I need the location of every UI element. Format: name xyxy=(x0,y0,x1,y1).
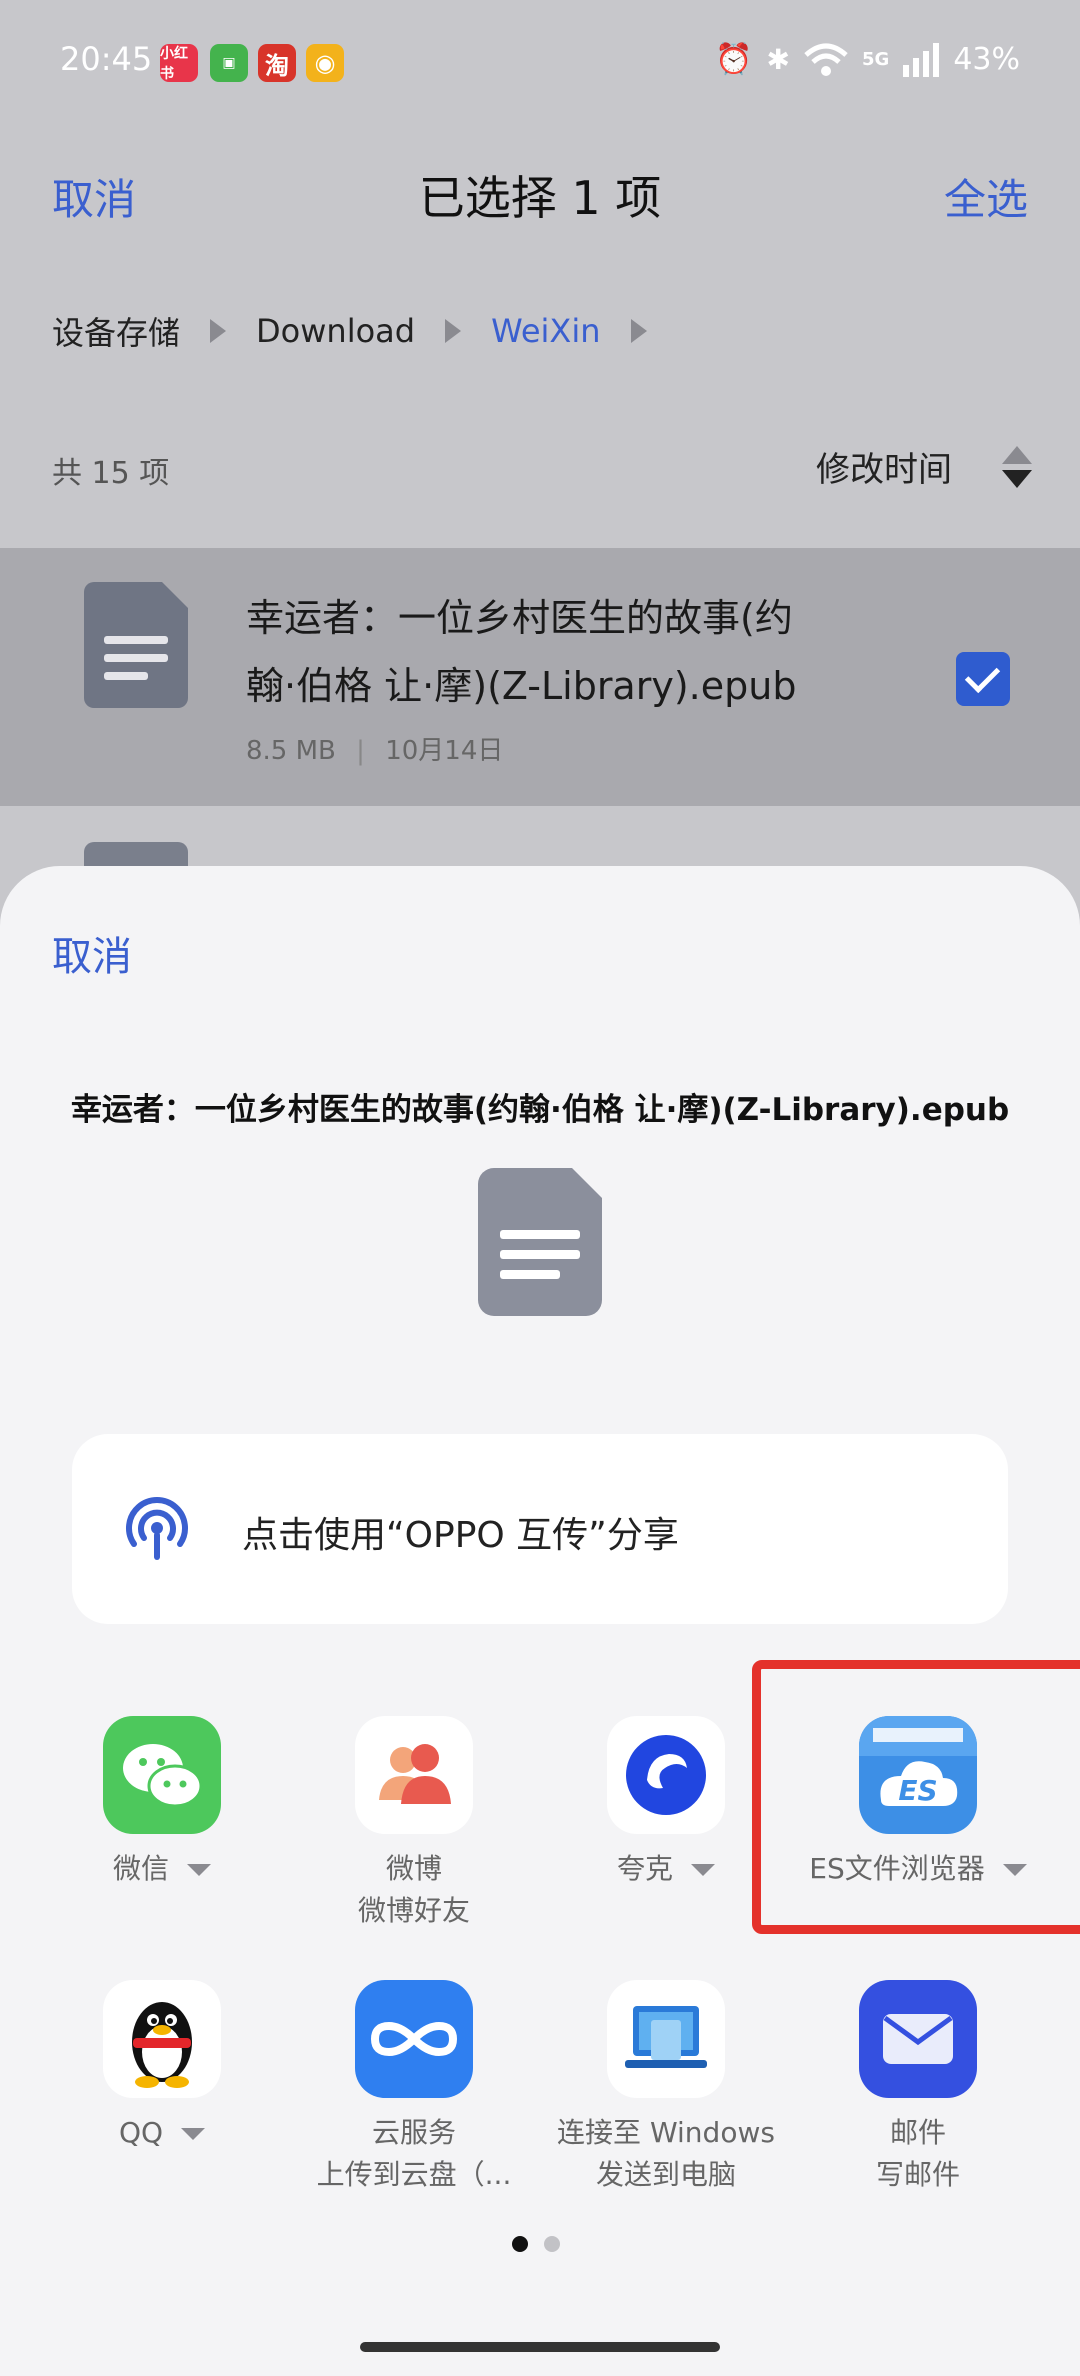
sort-button[interactable]: 修改时间 xyxy=(816,442,952,491)
chevron-right-icon xyxy=(630,319,647,343)
oppo-share-button[interactable]: 点击使用“OPPO 互传”分享 xyxy=(72,1434,1008,1624)
home-indicator[interactable] xyxy=(360,2342,720,2352)
file-meta: 8.5 MB | 10月14日 xyxy=(246,736,504,766)
quark-icon xyxy=(607,1716,725,1834)
file-row[interactable]: 幸运者：一位乡村医生的故事(约 翰·伯格 让·摩)(Z-Library).epu… xyxy=(0,548,1080,806)
breadcrumb-download[interactable]: Download xyxy=(256,312,415,350)
taobao-icon: 淘 xyxy=(258,44,296,82)
alarm-icon: ⏰ xyxy=(715,42,753,77)
oppo-share-icon xyxy=(126,1497,188,1560)
sheet-cancel-button[interactable]: 取消 xyxy=(52,924,132,982)
breadcrumb-device-storage[interactable]: 设备存储 xyxy=(52,308,180,354)
wechat-icon xyxy=(103,1716,221,1834)
weibo-icon: ◉ xyxy=(306,44,344,82)
status-indicators: ⏰ ✱ 5G 43% xyxy=(715,42,1020,77)
item-count: 共 15 项 xyxy=(52,456,170,491)
share-app-mail[interactable]: 邮件 写邮件 xyxy=(808,1980,1028,2196)
share-app-connect-windows[interactable]: 连接至 Windows 发送到电脑 xyxy=(556,1980,776,2196)
weibo-friends-icon xyxy=(355,1716,473,1834)
share-app-quark[interactable]: 夸克 xyxy=(556,1716,776,1890)
status-bar: 20:45 小红书 ▣ 淘 ◉ ⏰ ✱ 5G 43% xyxy=(0,0,1080,125)
breadcrumb: 设备存储 Download WeiXin xyxy=(52,308,677,354)
sheet-file-name: 幸运者：一位乡村医生的故事(约翰·伯格 让·摩)(Z-Library).epub xyxy=(70,1092,1010,1128)
share-app-weibo[interactable]: 微博 微博好友 xyxy=(304,1716,524,1932)
status-time: 20:45 xyxy=(60,40,153,78)
chevron-right-icon xyxy=(210,319,227,343)
chevron-right-icon xyxy=(445,319,462,343)
file-size: 8.5 MB xyxy=(246,736,336,766)
cloud-service-icon xyxy=(355,1980,473,2098)
wifi-icon xyxy=(804,43,848,76)
xiaohongshu-icon: 小红书 xyxy=(160,44,198,82)
document-icon xyxy=(478,1168,602,1316)
network-type: 5G xyxy=(862,49,890,70)
sort-order-icon[interactable] xyxy=(1002,446,1032,490)
select-all-button[interactable]: 全选 xyxy=(944,166,1028,227)
chevron-down-icon[interactable] xyxy=(181,2128,206,2140)
signal-icon xyxy=(903,42,940,77)
file-checkbox[interactable] xyxy=(956,652,1010,706)
qq-penguin-icon xyxy=(103,1980,221,2098)
file-name: 幸运者：一位乡村医生的故事(约 翰·伯格 让·摩)(Z-Library).epu… xyxy=(246,596,797,708)
highlight-box xyxy=(752,1660,1080,1934)
bluetooth-icon: ✱ xyxy=(766,43,790,76)
share-app-cloud-service[interactable]: 云服务 上传到云盘（... xyxy=(304,1980,524,2196)
page-indicator xyxy=(512,2236,560,2252)
page-dot-active[interactable] xyxy=(512,2236,528,2252)
page-dot[interactable] xyxy=(544,2236,560,2252)
breadcrumb-weixin[interactable]: WeiXin xyxy=(491,312,600,350)
file-date: 10月14日 xyxy=(385,736,504,766)
page-title: 已选择 1 项 xyxy=(418,171,662,225)
chevron-down-icon[interactable] xyxy=(691,1864,715,1876)
share-app-qq[interactable]: QQ xyxy=(52,1980,272,2154)
oppo-share-label: 点击使用“OPPO 互传”分享 xyxy=(242,1515,679,1556)
connect-windows-icon xyxy=(607,1980,725,2098)
share-app-wechat[interactable]: 微信 xyxy=(52,1716,272,1890)
chevron-down-icon[interactable] xyxy=(187,1864,211,1876)
shopping-app-icon: ▣ xyxy=(210,44,248,82)
mail-icon xyxy=(859,1980,977,2098)
battery-level: 43% xyxy=(953,42,1020,77)
document-icon xyxy=(84,582,188,708)
